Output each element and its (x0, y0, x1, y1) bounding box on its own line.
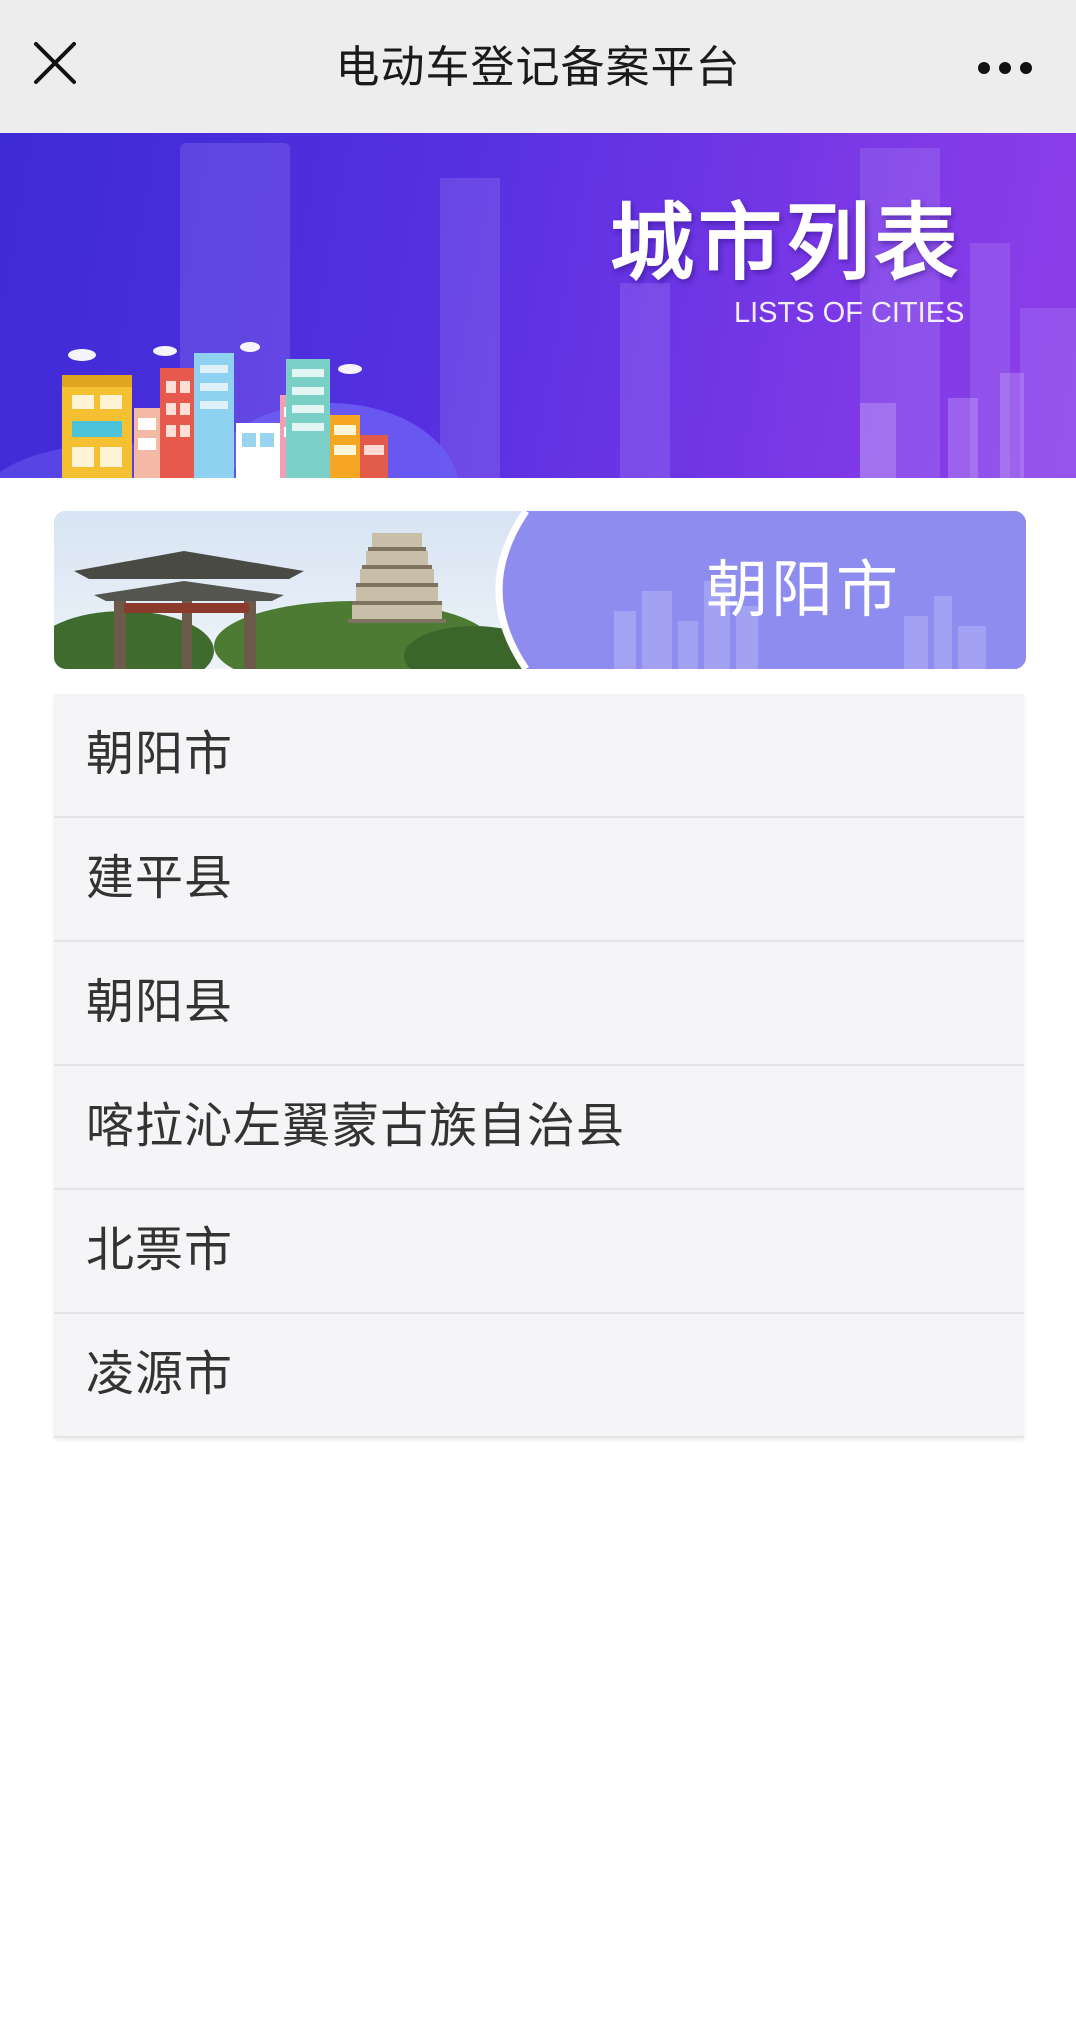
list-item-label: 建平县 (86, 850, 234, 906)
list-item-label: 北票市 (86, 1222, 234, 1278)
list-item-label: 朝阳市 (86, 726, 234, 782)
hero-banner: 城市列表 LISTS OF CITIES (0, 133, 1076, 478)
city-card-banner[interactable]: 朝阳市 (54, 511, 1026, 669)
city-card-title: 朝阳市 (706, 553, 902, 626)
list-item[interactable]: 朝阳县 (54, 942, 1024, 1066)
page: 电动车登记备案平台 城市列表 LISTS OF CITIES 朝阳市 朝阳市 建… (0, 0, 1076, 2032)
city-list: 朝阳市 建平县 朝阳县 喀拉沁左翼蒙古族自治县 北票市 凌源市 (54, 694, 1024, 1438)
top-navbar: 电动车登记备案平台 (0, 0, 1076, 133)
list-item[interactable]: 建平县 (54, 818, 1024, 942)
more-dots-icon[interactable] (976, 48, 1034, 88)
list-item-label: 喀拉沁左翼蒙古族自治县 (86, 1098, 626, 1154)
list-item[interactable]: 朝阳市 (54, 694, 1024, 818)
hero-title: 城市列表 (610, 194, 963, 292)
page-title: 电动车登记备案平台 (335, 42, 741, 93)
list-item-label: 凌源市 (86, 1346, 234, 1402)
list-item[interactable]: 凌源市 (54, 1314, 1024, 1438)
list-item[interactable]: 北票市 (54, 1190, 1024, 1314)
hero-subtitle: LISTS OF CITIES (734, 297, 965, 329)
list-item-label: 朝阳县 (86, 974, 234, 1030)
list-item[interactable]: 喀拉沁左翼蒙古族自治县 (54, 1066, 1024, 1190)
